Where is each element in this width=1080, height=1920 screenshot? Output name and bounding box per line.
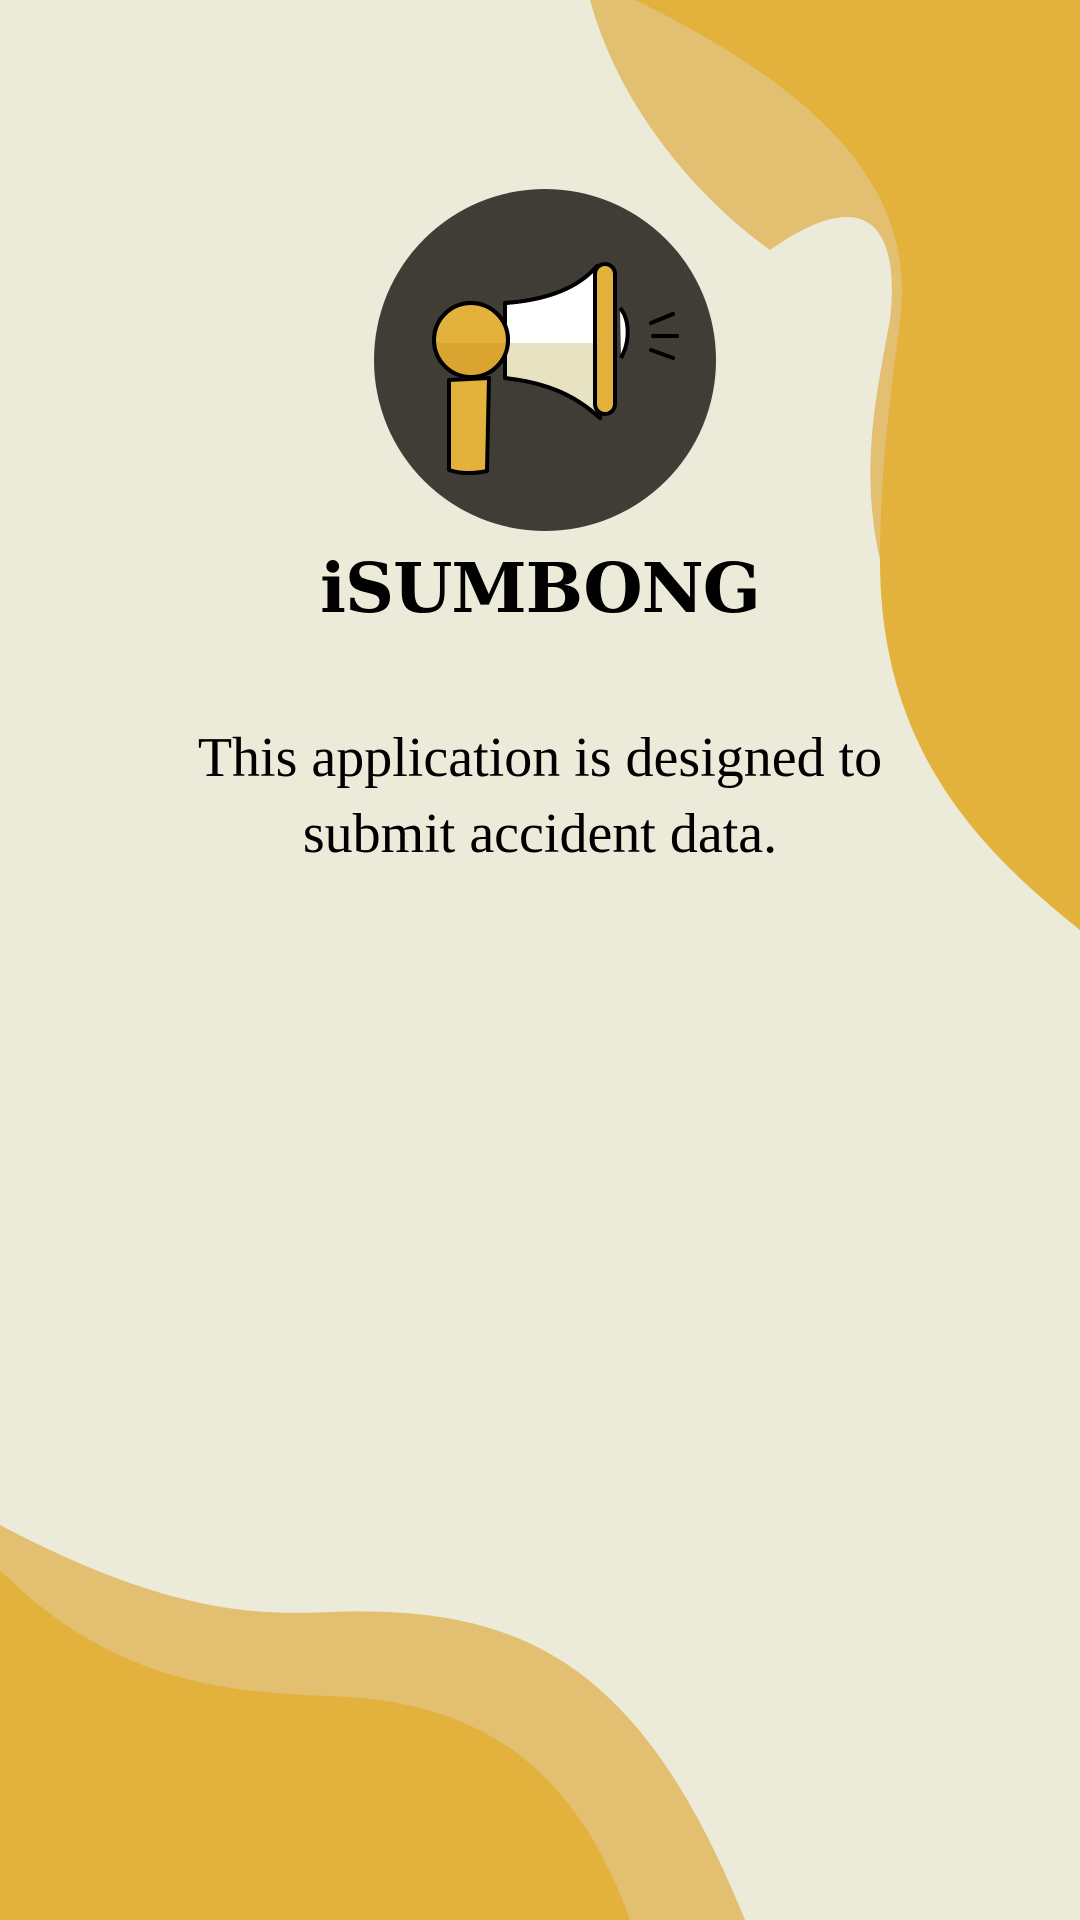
splash-screen: iSUMBONG This application is designed to… [0,0,1080,1920]
megaphone-icon [374,189,716,531]
app-description: This application is designed to submit a… [197,727,883,865]
app-title: iSUMBONG [320,549,761,629]
